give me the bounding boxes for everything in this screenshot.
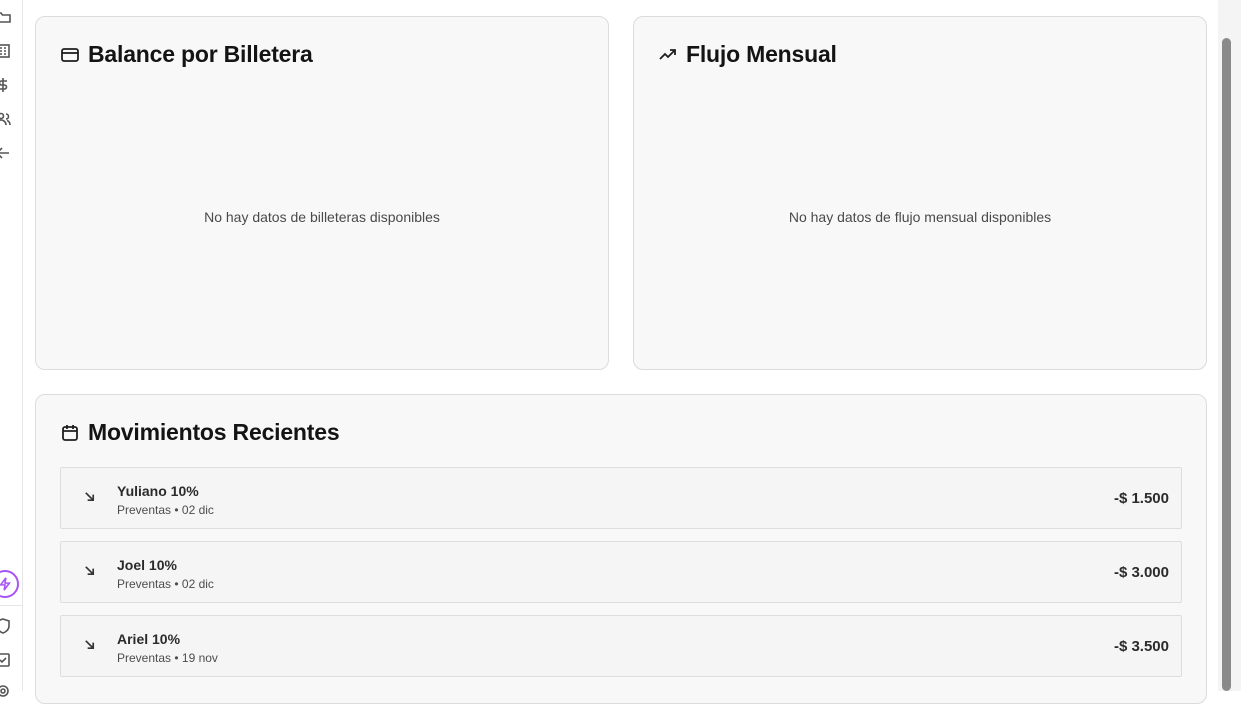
movements-card-title: Movimientos Recientes [60, 419, 340, 446]
sidebar-divider [0, 605, 23, 606]
movement-subtitle: Preventas • 02 dic [117, 577, 214, 591]
balance-card: Balance por Billetera No hay datos de bi… [35, 16, 609, 370]
checkbox-icon[interactable] [0, 651, 12, 669]
flow-card-title: Flujo Mensual [658, 41, 837, 68]
flow-card: Flujo Mensual No hay datos de flujo mens… [633, 16, 1207, 370]
arrow-down-right-icon [81, 562, 97, 578]
trending-up-icon [659, 48, 676, 60]
sidebar [0, 0, 23, 697]
movement-row[interactable]: Ariel 10% Preventas • 19 nov -$ 3.500 [60, 615, 1182, 677]
movement-row[interactable]: Yuliano 10% Preventas • 02 dic -$ 1.500 [60, 467, 1182, 529]
balance-empty-text: No hay datos de billeteras disponibles [204, 209, 440, 225]
bolt-icon[interactable] [0, 570, 19, 598]
movement-row[interactable]: Joel 10% Preventas • 02 dic -$ 3.000 [60, 541, 1182, 603]
balance-title-text: Balance por Billetera [88, 41, 313, 67]
flow-title-text: Flujo Mensual [686, 41, 837, 67]
credit-card-icon [61, 47, 79, 62]
movement-title: Yuliano 10% [117, 483, 199, 499]
flow-empty-text: No hay datos de flujo mensual disponible… [788, 209, 1052, 225]
calendar-icon [62, 424, 78, 441]
scrollbar-thumb[interactable] [1222, 38, 1231, 691]
movements-card: Movimientos Recientes Yuliano 10% Preven… [35, 394, 1207, 704]
movement-amount: -$ 3.500 [1113, 638, 1169, 655]
movement-subtitle: Preventas • 02 dic [117, 503, 214, 517]
movements-title-text: Movimientos Recientes [88, 419, 340, 445]
balance-card-title: Balance por Billetera [60, 41, 313, 68]
settings-icon[interactable] [0, 682, 12, 700]
folder-icon[interactable] [0, 8, 12, 26]
movement-amount: -$ 3.000 [1113, 564, 1169, 581]
users-icon[interactable] [0, 110, 12, 128]
movement-amount: -$ 1.500 [1113, 490, 1169, 507]
arrow-down-right-icon [81, 636, 97, 652]
movement-subtitle: Preventas • 19 nov [117, 651, 218, 665]
movement-title: Joel 10% [117, 557, 177, 573]
main-content: Balance por Billetera No hay datos de bi… [23, 0, 1218, 704]
dollar-icon[interactable] [0, 76, 12, 94]
arrow-down-right-icon [81, 488, 97, 504]
building-icon[interactable] [0, 42, 12, 60]
arrow-left-icon[interactable] [0, 144, 12, 162]
movement-title: Ariel 10% [117, 631, 181, 647]
shield-icon[interactable] [0, 617, 12, 635]
